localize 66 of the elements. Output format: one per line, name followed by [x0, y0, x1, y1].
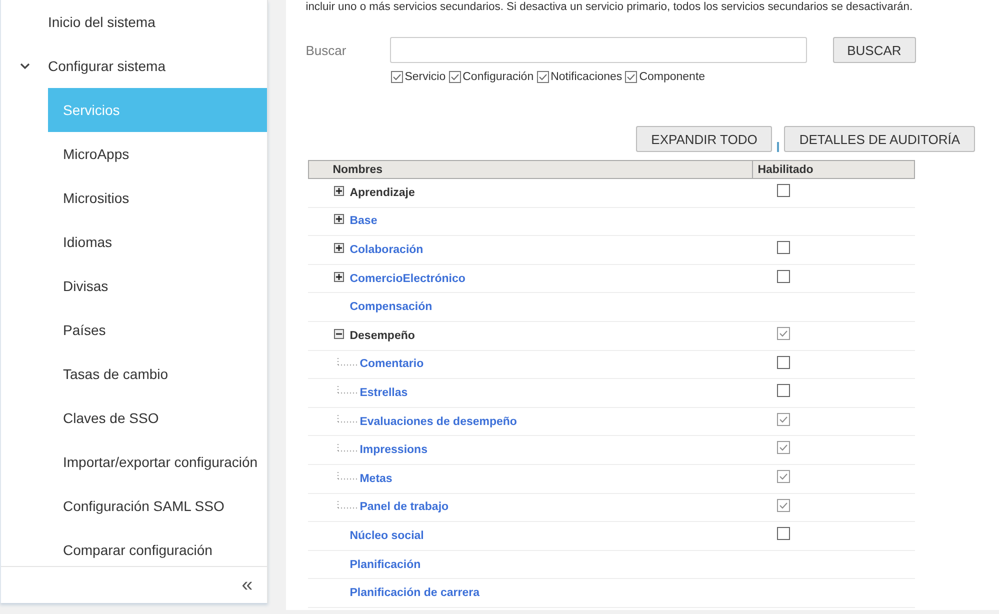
filter-checkbox[interactable]: Configuración [448, 71, 534, 83]
service-name[interactable]: Metas [360, 472, 392, 485]
checkbox-icon[interactable] [625, 71, 638, 83]
checkbox-icon[interactable] [390, 71, 403, 83]
service-name[interactable]: Planificación [350, 558, 421, 571]
tree-connector-icon [336, 358, 359, 368]
nav-item[interactable]: Micrositios [48, 176, 267, 220]
enabled-checkbox[interactable] [776, 270, 790, 283]
enabled-checkbox[interactable] [776, 498, 790, 512]
enabled-checkbox[interactable] [776, 527, 790, 540]
column-header: Habilitado [756, 163, 814, 178]
service-name[interactable]: Comentario [360, 358, 424, 370]
expand-icon[interactable] [334, 214, 344, 224]
enabled-checkbox[interactable] [776, 241, 790, 254]
service-name[interactable]: Compensación [350, 301, 432, 314]
service-name[interactable]: Desempeño [350, 330, 415, 342]
collapse-button[interactable]: « [240, 574, 255, 596]
tree-connector-icon [336, 415, 359, 426]
description-text: incluir uno o más servicios secundarios. Si desactiva un servicio primario, todos los servicios secundarios se desactivarán. [306, 0, 914, 14]
tree-connector-icon [336, 472, 359, 482]
service-name[interactable]: Estrellas [360, 386, 408, 399]
enabled-checkbox[interactable] [776, 441, 790, 454]
nav-item[interactable]: Configuración SAML SSO [48, 484, 267, 528]
column-header: Nombres [308, 161, 753, 178]
search-field[interactable] [390, 37, 807, 63]
search-label: Buscar [306, 42, 348, 58]
enabled-checkbox[interactable] [776, 184, 790, 197]
nav-item[interactable]: Comparar configuración [48, 528, 267, 566]
expand-icon[interactable] [334, 272, 344, 282]
nav-item[interactable]: Divisas [48, 264, 267, 308]
enabled-checkbox[interactable] [776, 384, 790, 398]
nav-item[interactable]: Tasas de cambio [48, 352, 267, 396]
filter-checkbox[interactable]: Notificaciones [536, 71, 622, 83]
enabled-checkbox[interactable] [776, 326, 790, 340]
audit-details-button[interactable]: DETALLES DE AUDITORÍA [784, 126, 975, 152]
nav-item[interactable]: Idiomas [48, 220, 267, 264]
service-name[interactable]: Evaluaciones de desempeño [360, 416, 517, 428]
expand-icon[interactable] [334, 242, 344, 253]
filter-checkbox[interactable]: Componente [625, 71, 706, 83]
expand-all-button[interactable]: EXPANDIR TODO [636, 126, 772, 152]
collapse-icon[interactable] [334, 328, 344, 339]
nav-item[interactable]: Inicio del sistema [1, 0, 267, 44]
service-name[interactable]: Colaboración [350, 244, 424, 256]
tree-connector-icon [336, 444, 359, 454]
enabled-checkbox[interactable] [776, 412, 790, 426]
checkbox-icon[interactable] [448, 71, 461, 83]
service-name[interactable]: Planificación de carrera [350, 587, 480, 600]
enabled-checkbox[interactable] [776, 470, 790, 483]
nav-item[interactable]: Claves de SSO [48, 396, 267, 440]
expand-icon[interactable] [334, 186, 344, 196]
nav-item[interactable]: Configurar sistema [1, 44, 267, 88]
service-name[interactable]: Panel de trabajo [360, 501, 449, 514]
nav-item[interactable]: MicroApps [48, 132, 267, 176]
service-name[interactable]: Aprendizaje [350, 186, 415, 199]
search-button[interactable]: BUSCAR [832, 37, 916, 63]
service-name[interactable]: Núcleo social [350, 530, 424, 542]
tree-connector-icon [336, 500, 359, 511]
enabled-checkbox[interactable] [776, 356, 790, 369]
service-name[interactable]: ComercioElectrónico [350, 272, 466, 285]
filter-checkbox[interactable]: Servicio [390, 71, 446, 83]
nav-item[interactable]: Importar/exportar configuración [48, 440, 267, 484]
service-name[interactable]: Impressions [360, 444, 428, 456]
checkbox-icon[interactable] [536, 71, 549, 83]
tree-connector-icon [336, 386, 359, 396]
service-name[interactable]: Base [350, 215, 378, 228]
nav-item[interactable]: Países [48, 308, 267, 352]
